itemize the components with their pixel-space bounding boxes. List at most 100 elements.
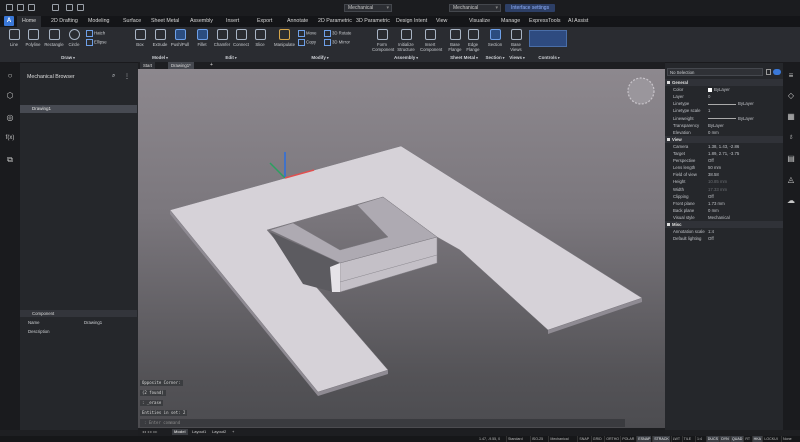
group-assembly[interactable]: Assembly [394,55,418,60]
property-value[interactable]: ByLayer [708,86,730,93]
command-input[interactable]: : Enter command [140,419,625,427]
property-row[interactable]: Front plane 1.73 mm [665,200,783,207]
drawing-explorer-icon[interactable]: ◬ [786,175,796,185]
new-tab-button[interactable]: + [210,62,213,68]
ribbon-tab-modeling[interactable]: Modeling [88,16,110,27]
status-toggle-standard[interactable]: Standard [506,436,524,442]
property-row[interactable]: Perspective Off [665,157,783,164]
property-section[interactable]: Misc [665,221,783,229]
line-tool[interactable]: Line [4,29,24,47]
property-row[interactable]: Transparency ByLayer [665,122,783,129]
controls-buttons[interactable] [529,30,567,47]
mirror3d-tool[interactable]: 3D Mirror [324,39,350,46]
property-section[interactable]: View [665,135,783,143]
ribbon-tab-2d-drafting[interactable]: 2D Drafting [51,16,78,27]
lightbulb-icon[interactable]: ○ [5,71,15,81]
sheet-icon[interactable]: ▤ [786,154,796,164]
plate-part[interactable] [169,145,643,396]
blocks-icon[interactable]: ▦ [786,112,796,122]
circle-tool[interactable]: Circle [64,29,84,47]
property-row[interactable]: Annotation scale 1:4 [665,228,783,235]
rotate3d-tool[interactable]: 3D Rotate [324,30,351,37]
status-toggle-hka[interactable]: HKA [751,436,762,442]
property-value[interactable]: 1.38, 1.43, -2.86 [708,143,739,150]
open-icon[interactable] [17,4,24,11]
property-value[interactable]: 1.73 mm [708,200,725,207]
status-toggle-mechanical[interactable]: Mechanical [548,436,569,442]
library-icon[interactable]: ♁ [786,132,796,142]
ribbon-tab-sheet-metal[interactable]: Sheet Metal [151,16,179,27]
name-value[interactable]: Drawing1 [84,320,102,325]
status-toggle-iso-25[interactable]: ISO-25 [529,436,544,442]
status-toggle-lockui[interactable]: LOCKUI [762,436,778,442]
property-row[interactable]: Linetype ByLayer [665,100,783,107]
property-row[interactable]: Camera 1.38, 1.43, -2.86 [665,143,783,150]
app-menu-button[interactable]: A [4,16,14,26]
property-row[interactable]: Target 1.89, 2.71, -3.75 [665,150,783,157]
mechanical-browser-icon[interactable]: ⬡ [5,91,15,101]
move-tool[interactable]: Move [298,30,317,37]
pushpull-tool[interactable]: Push/Pull [170,29,190,47]
navigation-cube[interactable] [627,77,655,105]
tab-start[interactable]: Start [140,62,156,69]
form-component-tool[interactable]: Form Component [372,29,394,52]
cloud-icon[interactable]: ☁ [786,196,796,206]
3d-viewport[interactable] [138,69,665,428]
property-value[interactable]: 0 mm [708,129,719,136]
status-toggle-rt[interactable]: RT [743,436,751,442]
tab-nav-arrows[interactable]: ◂◂ ◂ ▸ ▸▸ [140,429,159,435]
selection-select[interactable]: No Selection [667,68,763,76]
property-value[interactable]: Off [708,235,714,242]
manipulate-tool[interactable]: Manipulate [274,29,295,47]
initialize-structure-tool[interactable]: Initialize Structure [396,29,416,52]
property-row[interactable]: Width 17.33 mm [665,186,783,193]
layers-icon[interactable]: ◇ [786,91,796,101]
search-icon[interactable]: ⌕ [112,73,115,80]
box-tool[interactable]: Box [130,29,150,47]
visibility-icon[interactable]: ◎ [5,113,15,123]
property-row[interactable]: Elevation 0 mm [665,129,783,136]
ribbon-tab-manage[interactable]: Manage [501,16,520,27]
quick-select-icon[interactable] [773,69,781,75]
base-views-tool[interactable]: Base Views [506,29,526,52]
ribbon-tab-home[interactable]: Home [17,16,42,27]
property-row[interactable]: Back plane 0 mm [665,207,783,214]
property-value[interactable]: 38.58 [708,171,719,178]
print-icon[interactable] [52,4,59,11]
property-row[interactable]: Visual style Mechanical [665,214,783,221]
parameters-icon[interactable]: f(x) [5,133,15,143]
ribbon-tab-assembly[interactable]: Assembly [190,16,213,27]
tab-model[interactable]: Model [172,429,188,435]
property-value[interactable]: Mechanical [708,214,730,221]
rectangle-tool[interactable]: Rectangle [44,29,64,47]
property-value[interactable]: 1:4 [708,228,714,235]
workspace-select[interactable]: Mechanical [344,4,392,12]
status-toggle-quad[interactable]: QUAD [730,436,744,442]
redo-icon[interactable] [77,4,84,11]
ribbon-tab-surface[interactable]: Surface [123,16,141,27]
polyline-tool[interactable]: Polyline [23,29,43,47]
ribbon-tab-design-intent[interactable]: Design Intent [396,16,427,27]
tab-drawing1[interactable]: Drawing1* [168,62,194,69]
ribbon-tab-annotate[interactable]: Annotate [287,16,308,27]
status-toggle-esnap[interactable]: ESNAP [636,436,652,442]
property-value[interactable]: ByLayer [708,115,754,122]
add-layout-button[interactable]: + [230,429,236,435]
property-row[interactable]: Clipping Off [665,193,783,200]
property-row[interactable]: Default lighting Off [665,235,783,242]
profile-select[interactable]: Mechanical [449,4,501,12]
ribbon-tab-ai-assist[interactable]: AI Assist [568,16,588,27]
undo-icon[interactable] [66,4,73,11]
tab-layout2[interactable]: Layout2 [210,429,228,435]
hatch-tool[interactable]: Hatch [86,30,105,37]
group-edit[interactable]: Edit [225,55,236,60]
property-section[interactable]: General [665,79,783,87]
status-toggle-snap[interactable]: SNAP [577,436,590,442]
property-row[interactable]: Lens length 50 mm [665,164,783,171]
ribbon-tab-insert[interactable]: Insert [226,16,239,27]
status-toggle-1-4[interactable]: 1:4 [695,436,703,442]
copy-tool[interactable]: Copy [298,39,316,46]
property-value[interactable]: 50 mm [708,164,721,171]
slice-tool[interactable]: Slice [250,29,270,47]
select-objects-icon[interactable] [766,69,771,75]
